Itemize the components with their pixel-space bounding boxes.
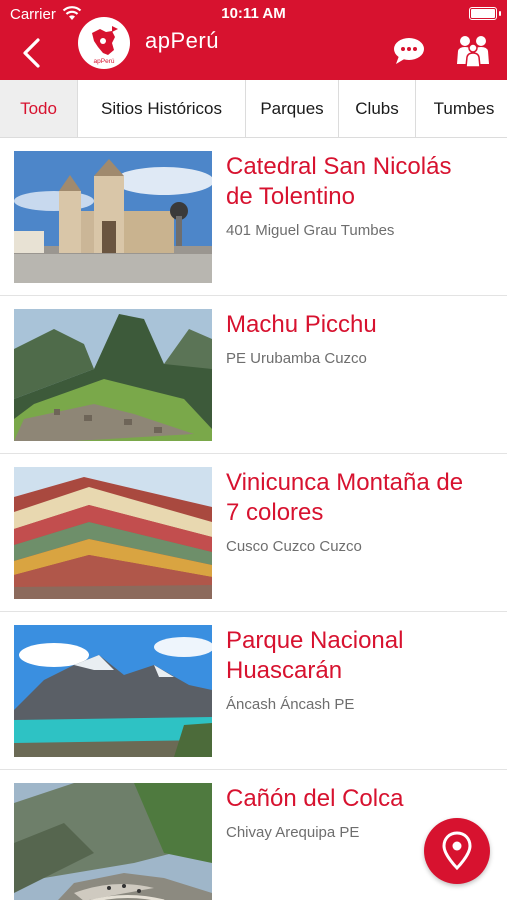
machu-picchu-photo (14, 309, 212, 441)
place-title-line-1: Catedral San Nicolás (226, 153, 452, 180)
rainbow-mountain-photo (14, 467, 212, 599)
cathedral-photo (14, 151, 212, 283)
tab-todo[interactable]: Todo (0, 80, 78, 137)
category-tabs: Todo Sitios Históricos Parques Clubs Tum… (0, 80, 507, 138)
list-item[interactable]: Catedral San Nicolás de Tolentino 401 Mi… (0, 138, 507, 296)
chat-bubble-icon[interactable] (392, 36, 426, 66)
place-address: Chivay Arequipa PE (226, 824, 360, 841)
app-header: Carrier 10:11 AM apPerú apPerú (0, 0, 507, 80)
place-title-line-1: Machu Picchu (226, 311, 377, 338)
colca-canyon-photo (14, 783, 212, 900)
tab-tumbes[interactable]: Tumbes (416, 80, 507, 137)
battery-icon (469, 7, 501, 20)
place-address: PE Urubamba Cuzco (226, 350, 367, 367)
logo-text: apPerú (94, 58, 115, 65)
place-title[interactable]: Catedral San Nicolás de Tolentino (226, 152, 496, 212)
place-title-line-1: Cañón del Colca (226, 785, 404, 812)
back-chevron-icon[interactable] (18, 36, 48, 70)
place-title[interactable]: Vinicunca Montaña de 7 colores (226, 468, 496, 528)
place-address: Áncash Áncash PE (226, 696, 355, 713)
place-title-line-2: Huascarán (226, 657, 343, 684)
list-item[interactable]: Machu Picchu PE Urubamba Cuzco (0, 296, 507, 454)
status-bar: Carrier 10:11 AM (0, 0, 507, 28)
tab-sitios-historicos[interactable]: Sitios Históricos (78, 80, 246, 137)
list-item[interactable]: Vinicunca Montaña de 7 colores Cusco Cuz… (0, 454, 507, 612)
place-title-line-2: 7 colores (226, 499, 324, 526)
clock: 10:11 AM (221, 5, 286, 22)
place-address: Cusco Cuzco Cuzco (226, 538, 362, 555)
map-button[interactable] (424, 818, 490, 884)
tab-clubs[interactable]: Clubs (339, 80, 416, 137)
users-group-icon[interactable] (455, 34, 491, 68)
place-title-line-2: de Tolentino (226, 183, 355, 210)
place-title[interactable]: Machu Picchu (226, 310, 496, 340)
map-pin-icon (442, 831, 472, 871)
list-item[interactable]: Parque Nacional Huascarán Áncash Áncash … (0, 612, 507, 770)
app-title: apPerú (145, 28, 219, 53)
place-title[interactable]: Cañón del Colca (226, 784, 496, 814)
huascaran-lake-photo (14, 625, 212, 757)
tab-parques[interactable]: Parques (246, 80, 339, 137)
place-title-line-1: Vinicunca Montaña de (226, 469, 464, 496)
app-logo: apPerú (78, 17, 130, 69)
place-title-line-1: Parque Nacional (226, 627, 404, 654)
place-address: 401 Miguel Grau Tumbes (226, 222, 395, 239)
place-title[interactable]: Parque Nacional Huascarán (226, 626, 496, 686)
